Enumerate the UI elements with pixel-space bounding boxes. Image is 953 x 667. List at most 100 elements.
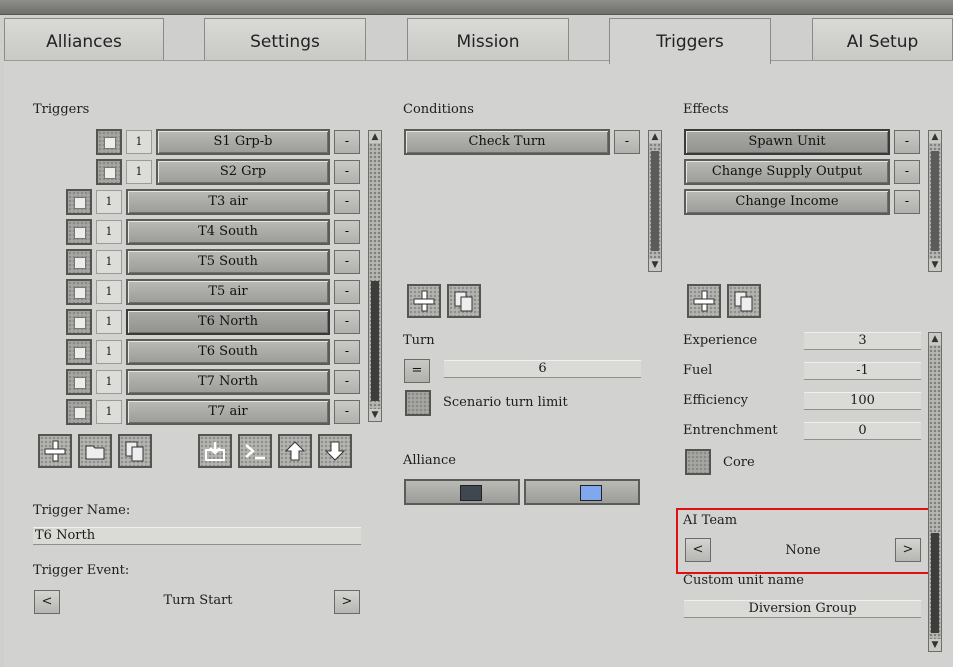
ai-team-label: AI Team: [683, 513, 738, 528]
trigger-enabled-checkbox[interactable]: [96, 129, 122, 155]
remove-trigger-button[interactable]: -: [334, 310, 360, 334]
trigger-item[interactable]: T3 air: [126, 189, 330, 215]
trigger-item[interactable]: T6 North: [126, 309, 330, 335]
ai-team-prev-button[interactable]: <: [685, 538, 711, 562]
trigger-item[interactable]: T5 air: [126, 279, 330, 305]
tab-alliances[interactable]: Alliances: [4, 18, 164, 60]
ai-team-next-button[interactable]: >: [895, 538, 921, 562]
trigger-enabled-checkbox[interactable]: [66, 219, 92, 245]
trigger-enabled-checkbox[interactable]: [66, 339, 92, 365]
trigger-item[interactable]: T4 South: [126, 219, 330, 245]
effect-item-change-income[interactable]: Change Income: [684, 189, 890, 215]
trigger-item[interactable]: T6 South: [126, 339, 330, 365]
tab-triggers[interactable]: Triggers: [609, 18, 771, 64]
folder-icon: [85, 445, 105, 460]
scroll-thumb[interactable]: [651, 151, 659, 251]
scroll-thumb[interactable]: [371, 281, 379, 401]
efficiency-input[interactable]: 100: [804, 392, 921, 410]
remove-condition-button[interactable]: -: [614, 130, 640, 154]
arrow-down-icon: [324, 441, 346, 461]
checkbox-indicator: [74, 317, 86, 329]
remove-trigger-button[interactable]: -: [334, 370, 360, 394]
checkbox-indicator: [104, 137, 116, 149]
effect-item-spawn-unit[interactable]: Spawn Unit: [684, 129, 890, 155]
trigger-item[interactable]: T7 air: [126, 399, 330, 425]
top-frame: [0, 0, 953, 15]
trigger-event-prev-button[interactable]: <: [34, 590, 60, 614]
condition-item[interactable]: Check Turn: [404, 129, 610, 155]
trigger-item[interactable]: S1 Grp-b: [156, 129, 330, 155]
alliance-2-button[interactable]: [524, 479, 640, 505]
trigger-count: 1: [96, 340, 122, 364]
alliance-1-button[interactable]: [404, 479, 520, 505]
add-effect-button[interactable]: [687, 284, 721, 318]
scroll-thumb[interactable]: [931, 533, 939, 633]
remove-trigger-button[interactable]: -: [334, 340, 360, 364]
effects-title: Effects: [683, 102, 729, 117]
tab-mission[interactable]: Mission: [407, 18, 569, 60]
scroll-up-icon[interactable]: ▲: [649, 131, 661, 143]
experience-input[interactable]: 3: [804, 332, 921, 350]
remove-effect-button[interactable]: -: [894, 160, 920, 184]
add-trigger-button[interactable]: [38, 434, 72, 468]
trigger-enabled-checkbox[interactable]: [66, 399, 92, 425]
move-down-button[interactable]: [318, 434, 352, 468]
trigger-enabled-checkbox[interactable]: [66, 189, 92, 215]
remove-effect-button[interactable]: -: [894, 190, 920, 214]
core-label: Core: [723, 455, 755, 470]
custom-unit-name-input[interactable]: Diversion Group: [684, 600, 921, 618]
tab-ai-setup[interactable]: AI Setup: [812, 18, 953, 60]
experience-label: Experience: [683, 333, 758, 348]
remove-trigger-button[interactable]: -: [334, 190, 360, 214]
turn-value-input[interactable]: 6: [444, 360, 641, 378]
remove-trigger-button[interactable]: -: [334, 130, 360, 154]
trigger-item[interactable]: T5 South: [126, 249, 330, 275]
trigger-event-next-button[interactable]: >: [334, 590, 360, 614]
console-button[interactable]: [238, 434, 272, 468]
copy-effect-button[interactable]: [727, 284, 761, 318]
effects-params-scrollbar[interactable]: ▲ ▼: [928, 332, 942, 652]
entrenchment-input[interactable]: 0: [804, 422, 921, 440]
scroll-up-icon[interactable]: ▲: [369, 131, 381, 143]
scroll-thumb[interactable]: [931, 151, 939, 251]
scenario-turn-limit-checkbox[interactable]: [405, 390, 431, 416]
copy-trigger-button[interactable]: [118, 434, 152, 468]
conditions-scrollbar[interactable]: ▲ ▼: [648, 130, 662, 272]
add-condition-button[interactable]: [407, 284, 441, 318]
fuel-input[interactable]: -1: [804, 362, 921, 380]
turn-operator-button[interactable]: =: [404, 359, 430, 383]
trigger-name-input[interactable]: T6 North: [33, 527, 361, 545]
move-up-button[interactable]: [278, 434, 312, 468]
core-checkbox[interactable]: [685, 449, 711, 475]
add-icon: [44, 440, 66, 462]
effects-scrollbar[interactable]: ▲ ▼: [928, 130, 942, 272]
copy-condition-button[interactable]: [447, 284, 481, 318]
scroll-up-icon[interactable]: ▲: [929, 131, 941, 143]
effect-item-change-supply[interactable]: Change Supply Output: [684, 159, 890, 185]
triggers-title: Triggers: [33, 102, 90, 117]
trigger-count: 1: [96, 280, 122, 304]
trigger-item[interactable]: T7 North: [126, 369, 330, 395]
trigger-enabled-checkbox[interactable]: [96, 159, 122, 185]
trigger-item[interactable]: S2 Grp: [156, 159, 330, 185]
remove-trigger-button[interactable]: -: [334, 250, 360, 274]
remove-trigger-button[interactable]: -: [334, 160, 360, 184]
scroll-down-icon[interactable]: ▼: [649, 259, 661, 271]
trigger-enabled-checkbox[interactable]: [66, 279, 92, 305]
trigger-enabled-checkbox[interactable]: [66, 369, 92, 395]
scroll-down-icon[interactable]: ▼: [929, 639, 941, 651]
console-icon: [245, 444, 265, 460]
open-folder-button[interactable]: [78, 434, 112, 468]
trigger-enabled-checkbox[interactable]: [66, 309, 92, 335]
remove-trigger-button[interactable]: -: [334, 280, 360, 304]
import-button[interactable]: [198, 434, 232, 468]
trigger-enabled-checkbox[interactable]: [66, 249, 92, 275]
remove-effect-button[interactable]: -: [894, 130, 920, 154]
scroll-down-icon[interactable]: ▼: [929, 259, 941, 271]
remove-trigger-button[interactable]: -: [334, 220, 360, 244]
triggers-scrollbar[interactable]: ▲ ▼: [368, 130, 382, 422]
scroll-down-icon[interactable]: ▼: [369, 409, 381, 421]
remove-trigger-button[interactable]: -: [334, 400, 360, 424]
tab-settings[interactable]: Settings: [204, 18, 366, 60]
scroll-up-icon[interactable]: ▲: [929, 333, 941, 345]
